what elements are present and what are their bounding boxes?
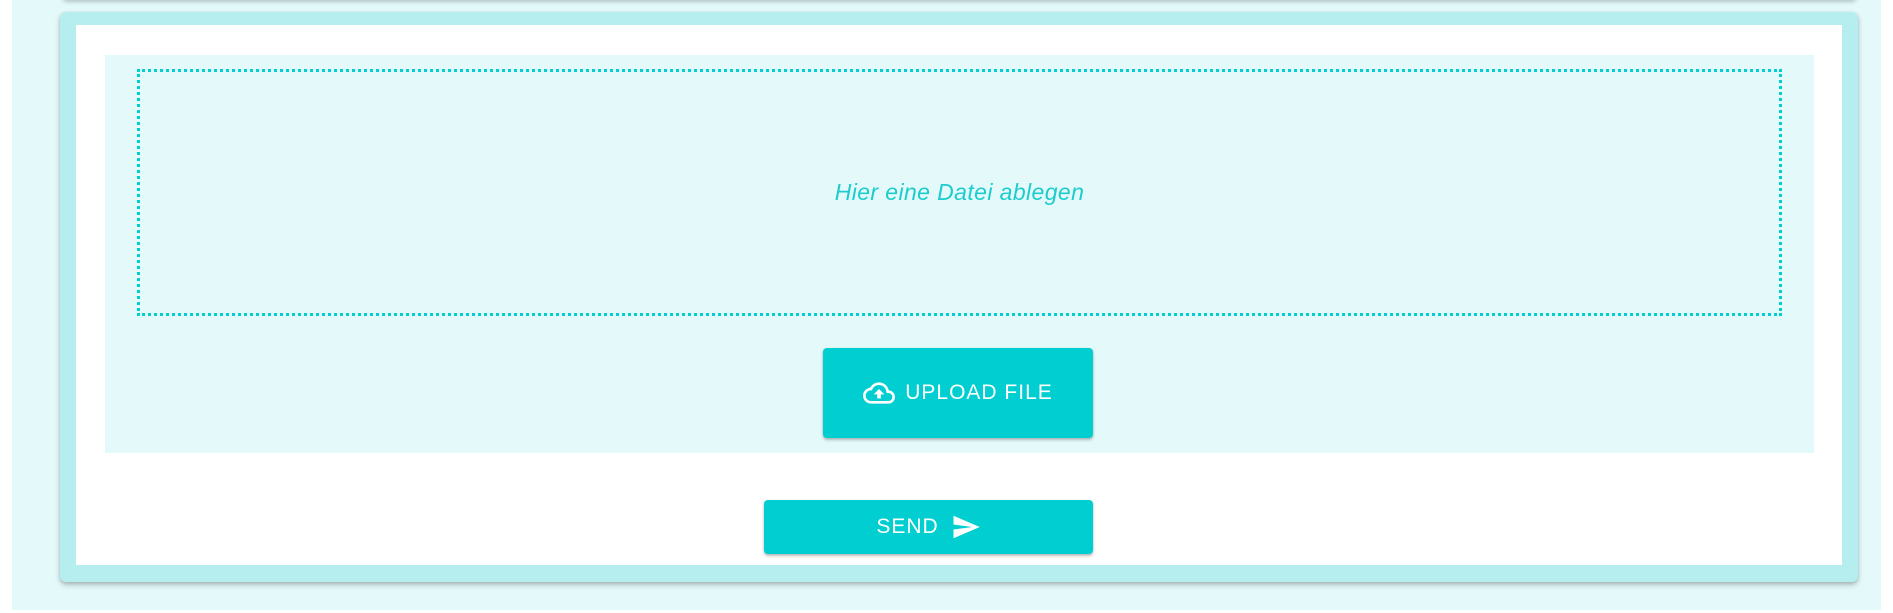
file-upload-area: Hier eine Datei ablegen UPLOAD FILE [105,55,1814,453]
upload-card: Hier eine Datei ablegen UPLOAD FILE SEND [60,12,1858,582]
upload-card-body: Hier eine Datei ablegen UPLOAD FILE SEND [76,25,1842,565]
upload-file-label: UPLOAD FILE [905,381,1053,404]
send-label: SEND [876,515,939,538]
page-background: Hier eine Datei ablegen UPLOAD FILE SEND [12,0,1881,610]
upload-file-button[interactable]: UPLOAD FILE [823,348,1093,438]
cloud-upload-icon [863,377,896,409]
file-dropzone[interactable]: Hier eine Datei ablegen [137,69,1782,316]
send-button[interactable]: SEND [764,500,1093,554]
dropzone-label: Hier eine Datei ablegen [834,179,1085,205]
send-icon [951,512,981,542]
